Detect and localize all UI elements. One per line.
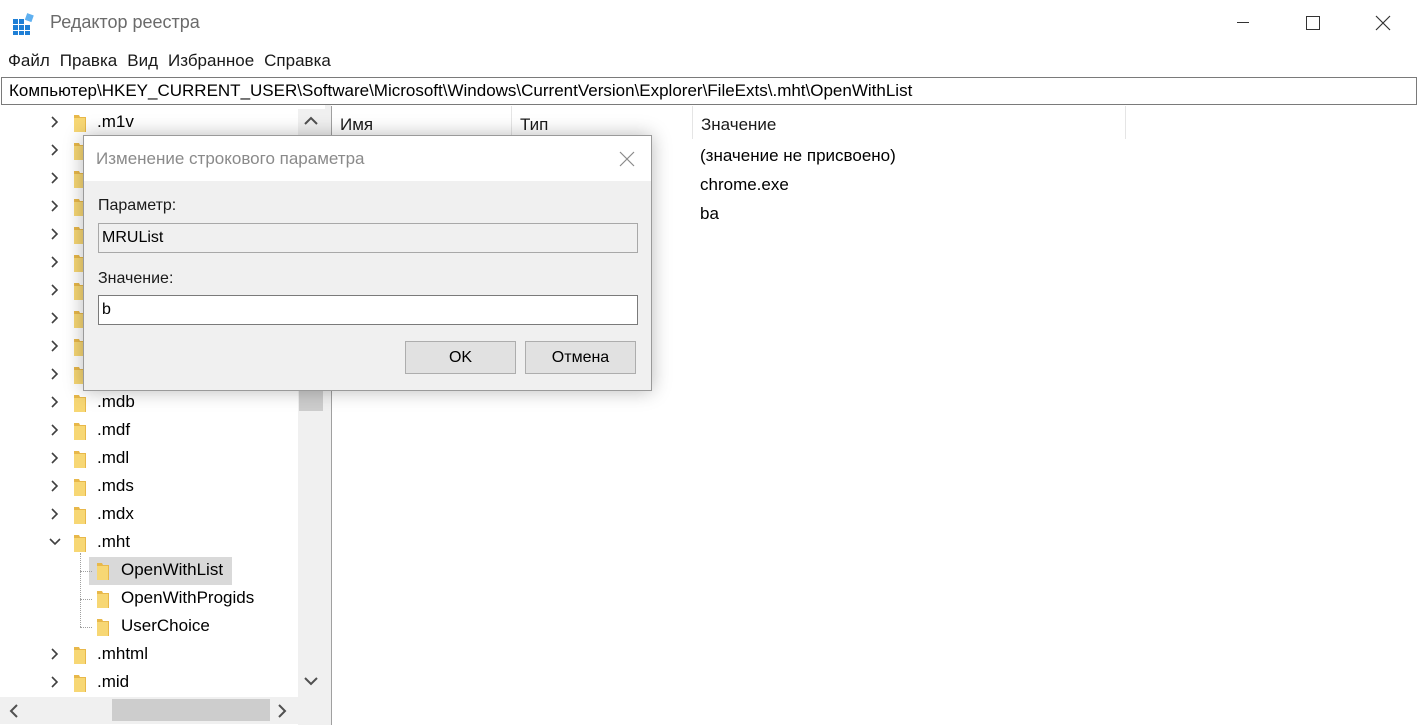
scroll-corner [298,697,325,725]
chevron-right-icon[interactable] [47,198,63,214]
tree-item-label: .mdb [97,392,135,411]
value-cell[interactable]: chrome.exe [700,175,789,195]
tree-item[interactable]: .mid [0,669,298,697]
chevron-right-icon[interactable] [47,226,63,242]
tree-connector [80,571,92,572]
value-cell[interactable]: ba [700,204,719,224]
column-header-value[interactable]: Значение [693,106,1126,139]
tree-horizontal-scrollbar[interactable] [0,697,298,724]
minimize-icon [1237,22,1249,23]
scroll-up-icon[interactable] [303,115,319,127]
tree-item-label: .mid [97,672,130,691]
folder-icon [73,421,87,441]
tree-item[interactable]: .mhtml [0,641,298,669]
dialog-title: Изменение строкового параметра [96,149,365,168]
tree-item[interactable]: OpenWithList [0,557,298,585]
tree-item-label: OpenWithProgids [121,588,255,607]
value-cell[interactable]: (значение не присвоено) [700,146,896,166]
folder-icon [73,645,87,665]
chevron-right-icon[interactable] [47,170,63,186]
tree-item[interactable]: .mdf [0,417,298,445]
tree-item-label: OpenWithList [121,560,224,579]
tree-connector [80,599,92,600]
tree-item-label: .mds [97,476,134,495]
chevron-right-icon[interactable] [47,674,63,690]
minimize-button[interactable] [1208,0,1278,46]
folder-icon [73,113,87,133]
scroll-right-icon[interactable] [276,703,288,719]
tree-connector [80,627,92,628]
param-label: Параметр: [98,197,177,214]
close-icon [619,151,635,167]
tree-item-label: .mhtml [97,644,148,663]
folder-icon [96,589,110,609]
menu-view[interactable]: Вид [122,47,163,75]
chevron-right-icon[interactable] [47,506,63,522]
tree-item[interactable]: .mdb [0,389,298,417]
scroll-down-icon[interactable] [303,675,319,687]
value-label: Значение: [98,270,174,287]
tree-item[interactable]: UserChoice [0,613,298,641]
folder-icon [73,449,87,469]
tree-item-label: .mdf [97,420,131,439]
chevron-right-icon[interactable] [47,282,63,298]
edit-string-dialog: Изменение строкового параметра Параметр:… [83,135,652,391]
cancel-button[interactable]: Отмена [525,341,636,374]
maximize-icon [1306,16,1320,30]
tree-item-label: .m1v [97,112,134,131]
tree-item[interactable]: OpenWithProgids [0,585,298,613]
chevron-right-icon[interactable] [47,646,63,662]
chevron-right-icon[interactable] [47,114,63,130]
menu-help[interactable]: Справка [259,47,336,75]
folder-icon [96,617,110,637]
title-bar: Редактор реестра [0,0,1418,46]
chevron-right-icon[interactable] [47,478,63,494]
regedit-icon [12,12,36,36]
param-name-field[interactable]: MRUList [98,223,638,253]
menu-bar: Файл Правка Вид Избранное Справка [0,47,336,75]
chevron-right-icon[interactable] [47,450,63,466]
tree-item-label: .mht [97,532,131,551]
maximize-button[interactable] [1278,0,1348,46]
chevron-right-icon[interactable] [47,422,63,438]
close-icon [1375,15,1391,31]
chevron-down-icon[interactable] [47,534,63,550]
folder-icon [96,561,110,581]
folder-icon [73,533,87,553]
tree-item[interactable]: .m1v [0,109,298,137]
folder-icon [73,477,87,497]
tree-item-label: .mdx [97,504,134,523]
tree-item[interactable]: .mds [0,473,298,501]
tree-item[interactable]: .mdx [0,501,298,529]
chevron-right-icon[interactable] [47,310,63,326]
tree-item-label: UserChoice [121,616,210,635]
dialog-title-bar: Изменение строкового параметра [84,136,651,181]
ok-button[interactable]: OK [405,341,516,374]
scroll-thumb[interactable] [299,389,323,411]
chevron-right-icon[interactable] [47,142,63,158]
chevron-right-icon[interactable] [47,338,63,354]
menu-favorites[interactable]: Избранное [163,47,259,75]
folder-icon [73,673,87,693]
address-bar[interactable]: Компьютер\HKEY_CURRENT_USER\Software\Mic… [1,77,1417,105]
window-title: Редактор реестра [50,12,200,32]
value-data-field[interactable]: b [98,295,638,325]
dialog-close-button[interactable] [604,142,650,176]
menu-file[interactable]: Файл [3,47,55,75]
tree-item[interactable]: .mht [0,529,298,557]
tree-item-label: .mdl [97,448,130,467]
tree-item[interactable]: .mdl [0,445,298,473]
scroll-thumb-horizontal[interactable] [112,699,270,721]
chevron-right-icon[interactable] [47,254,63,270]
chevron-right-icon[interactable] [47,394,63,410]
folder-icon [73,505,87,525]
menu-edit[interactable]: Правка [55,47,122,75]
chevron-right-icon[interactable] [47,366,63,382]
close-button[interactable] [1348,0,1418,46]
scroll-left-icon[interactable] [8,703,20,719]
tree-connector [80,553,81,627]
folder-icon [73,393,87,413]
